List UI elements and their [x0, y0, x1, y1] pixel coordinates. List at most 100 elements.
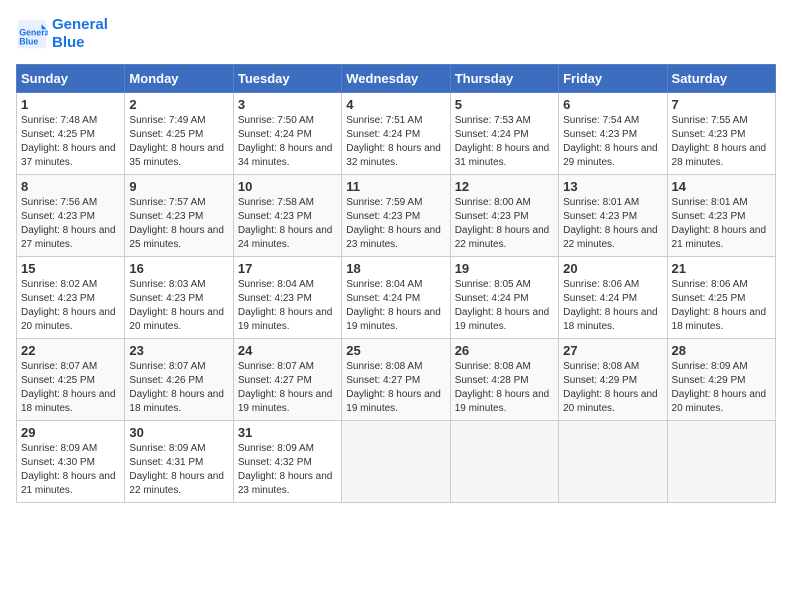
weekday-header: Thursday	[450, 65, 558, 93]
day-number: 2	[129, 97, 228, 112]
calendar-day-cell: 18 Sunrise: 8:04 AM Sunset: 4:24 PM Dayl…	[342, 257, 450, 339]
calendar-day-cell	[667, 421, 775, 503]
day-info: Sunrise: 7:58 AM Sunset: 4:23 PM Dayligh…	[238, 196, 337, 252]
logo-icon: General Blue	[16, 18, 48, 50]
day-info: Sunrise: 7:51 AM Sunset: 4:24 PM Dayligh…	[346, 114, 445, 170]
calendar-day-cell: 5 Sunrise: 7:53 AM Sunset: 4:24 PM Dayli…	[450, 93, 558, 175]
calendar-day-cell: 27 Sunrise: 8:08 AM Sunset: 4:29 PM Dayl…	[559, 339, 667, 421]
calendar-table: SundayMondayTuesdayWednesdayThursdayFrid…	[16, 64, 776, 503]
calendar-day-cell: 1 Sunrise: 7:48 AM Sunset: 4:25 PM Dayli…	[17, 93, 125, 175]
calendar-header-row: SundayMondayTuesdayWednesdayThursdayFrid…	[17, 65, 776, 93]
day-info: Sunrise: 7:59 AM Sunset: 4:23 PM Dayligh…	[346, 196, 445, 252]
day-number: 17	[238, 261, 337, 276]
calendar-day-cell: 11 Sunrise: 7:59 AM Sunset: 4:23 PM Dayl…	[342, 175, 450, 257]
calendar-week-row: 8 Sunrise: 7:56 AM Sunset: 4:23 PM Dayli…	[17, 175, 776, 257]
day-info: Sunrise: 7:57 AM Sunset: 4:23 PM Dayligh…	[129, 196, 228, 252]
calendar-day-cell: 15 Sunrise: 8:02 AM Sunset: 4:23 PM Dayl…	[17, 257, 125, 339]
weekday-header: Wednesday	[342, 65, 450, 93]
calendar-day-cell: 31 Sunrise: 8:09 AM Sunset: 4:32 PM Dayl…	[233, 421, 341, 503]
day-number: 22	[21, 343, 120, 358]
day-number: 6	[563, 97, 662, 112]
calendar-day-cell: 4 Sunrise: 7:51 AM Sunset: 4:24 PM Dayli…	[342, 93, 450, 175]
day-number: 29	[21, 425, 120, 440]
calendar-week-row: 15 Sunrise: 8:02 AM Sunset: 4:23 PM Dayl…	[17, 257, 776, 339]
day-info: Sunrise: 8:03 AM Sunset: 4:23 PM Dayligh…	[129, 278, 228, 334]
calendar-week-row: 22 Sunrise: 8:07 AM Sunset: 4:25 PM Dayl…	[17, 339, 776, 421]
calendar-day-cell: 9 Sunrise: 7:57 AM Sunset: 4:23 PM Dayli…	[125, 175, 233, 257]
calendar-week-row: 29 Sunrise: 8:09 AM Sunset: 4:30 PM Dayl…	[17, 421, 776, 503]
day-info: Sunrise: 7:53 AM Sunset: 4:24 PM Dayligh…	[455, 114, 554, 170]
day-number: 31	[238, 425, 337, 440]
calendar-day-cell	[342, 421, 450, 503]
page-header: General Blue General Blue	[16, 16, 776, 52]
day-number: 16	[129, 261, 228, 276]
day-info: Sunrise: 8:02 AM Sunset: 4:23 PM Dayligh…	[21, 278, 120, 334]
logo: General Blue General Blue	[16, 16, 108, 52]
calendar-day-cell: 12 Sunrise: 8:00 AM Sunset: 4:23 PM Dayl…	[450, 175, 558, 257]
day-number: 4	[346, 97, 445, 112]
calendar-day-cell: 28 Sunrise: 8:09 AM Sunset: 4:29 PM Dayl…	[667, 339, 775, 421]
calendar-day-cell: 13 Sunrise: 8:01 AM Sunset: 4:23 PM Dayl…	[559, 175, 667, 257]
day-number: 25	[346, 343, 445, 358]
day-number: 27	[563, 343, 662, 358]
day-info: Sunrise: 8:05 AM Sunset: 4:24 PM Dayligh…	[455, 278, 554, 334]
weekday-header: Tuesday	[233, 65, 341, 93]
day-number: 28	[672, 343, 771, 358]
day-number: 12	[455, 179, 554, 194]
day-info: Sunrise: 8:04 AM Sunset: 4:24 PM Dayligh…	[346, 278, 445, 334]
day-info: Sunrise: 8:01 AM Sunset: 4:23 PM Dayligh…	[563, 196, 662, 252]
day-number: 3	[238, 97, 337, 112]
day-number: 13	[563, 179, 662, 194]
day-info: Sunrise: 8:00 AM Sunset: 4:23 PM Dayligh…	[455, 196, 554, 252]
day-number: 26	[455, 343, 554, 358]
day-number: 7	[672, 97, 771, 112]
calendar-day-cell: 20 Sunrise: 8:06 AM Sunset: 4:24 PM Dayl…	[559, 257, 667, 339]
day-info: Sunrise: 7:50 AM Sunset: 4:24 PM Dayligh…	[238, 114, 337, 170]
weekday-header: Sunday	[17, 65, 125, 93]
logo-text: General	[52, 16, 108, 34]
day-number: 19	[455, 261, 554, 276]
calendar-day-cell: 22 Sunrise: 8:07 AM Sunset: 4:25 PM Dayl…	[17, 339, 125, 421]
calendar-day-cell: 14 Sunrise: 8:01 AM Sunset: 4:23 PM Dayl…	[667, 175, 775, 257]
calendar-day-cell: 6 Sunrise: 7:54 AM Sunset: 4:23 PM Dayli…	[559, 93, 667, 175]
calendar-day-cell: 26 Sunrise: 8:08 AM Sunset: 4:28 PM Dayl…	[450, 339, 558, 421]
calendar-day-cell: 10 Sunrise: 7:58 AM Sunset: 4:23 PM Dayl…	[233, 175, 341, 257]
day-info: Sunrise: 8:08 AM Sunset: 4:27 PM Dayligh…	[346, 360, 445, 416]
weekday-header: Saturday	[667, 65, 775, 93]
calendar-day-cell: 2 Sunrise: 7:49 AM Sunset: 4:25 PM Dayli…	[125, 93, 233, 175]
calendar-day-cell: 21 Sunrise: 8:06 AM Sunset: 4:25 PM Dayl…	[667, 257, 775, 339]
day-info: Sunrise: 8:08 AM Sunset: 4:29 PM Dayligh…	[563, 360, 662, 416]
day-number: 11	[346, 179, 445, 194]
day-info: Sunrise: 7:55 AM Sunset: 4:23 PM Dayligh…	[672, 114, 771, 170]
day-info: Sunrise: 8:09 AM Sunset: 4:30 PM Dayligh…	[21, 442, 120, 498]
calendar-day-cell: 7 Sunrise: 7:55 AM Sunset: 4:23 PM Dayli…	[667, 93, 775, 175]
day-info: Sunrise: 8:06 AM Sunset: 4:24 PM Dayligh…	[563, 278, 662, 334]
day-number: 23	[129, 343, 228, 358]
calendar-day-cell: 29 Sunrise: 8:09 AM Sunset: 4:30 PM Dayl…	[17, 421, 125, 503]
day-number: 24	[238, 343, 337, 358]
day-info: Sunrise: 8:01 AM Sunset: 4:23 PM Dayligh…	[672, 196, 771, 252]
day-number: 21	[672, 261, 771, 276]
day-number: 8	[21, 179, 120, 194]
day-number: 5	[455, 97, 554, 112]
day-number: 20	[563, 261, 662, 276]
calendar-day-cell: 30 Sunrise: 8:09 AM Sunset: 4:31 PM Dayl…	[125, 421, 233, 503]
day-info: Sunrise: 8:07 AM Sunset: 4:27 PM Dayligh…	[238, 360, 337, 416]
weekday-header: Friday	[559, 65, 667, 93]
logo-text2: Blue	[52, 34, 108, 52]
day-info: Sunrise: 8:07 AM Sunset: 4:26 PM Dayligh…	[129, 360, 228, 416]
day-number: 18	[346, 261, 445, 276]
calendar-week-row: 1 Sunrise: 7:48 AM Sunset: 4:25 PM Dayli…	[17, 93, 776, 175]
calendar-day-cell: 19 Sunrise: 8:05 AM Sunset: 4:24 PM Dayl…	[450, 257, 558, 339]
day-info: Sunrise: 8:08 AM Sunset: 4:28 PM Dayligh…	[455, 360, 554, 416]
day-info: Sunrise: 7:49 AM Sunset: 4:25 PM Dayligh…	[129, 114, 228, 170]
day-info: Sunrise: 8:09 AM Sunset: 4:32 PM Dayligh…	[238, 442, 337, 498]
day-info: Sunrise: 8:04 AM Sunset: 4:23 PM Dayligh…	[238, 278, 337, 334]
day-number: 15	[21, 261, 120, 276]
weekday-header: Monday	[125, 65, 233, 93]
calendar-day-cell: 16 Sunrise: 8:03 AM Sunset: 4:23 PM Dayl…	[125, 257, 233, 339]
day-number: 10	[238, 179, 337, 194]
day-info: Sunrise: 8:09 AM Sunset: 4:31 PM Dayligh…	[129, 442, 228, 498]
day-number: 1	[21, 97, 120, 112]
calendar-day-cell: 3 Sunrise: 7:50 AM Sunset: 4:24 PM Dayli…	[233, 93, 341, 175]
